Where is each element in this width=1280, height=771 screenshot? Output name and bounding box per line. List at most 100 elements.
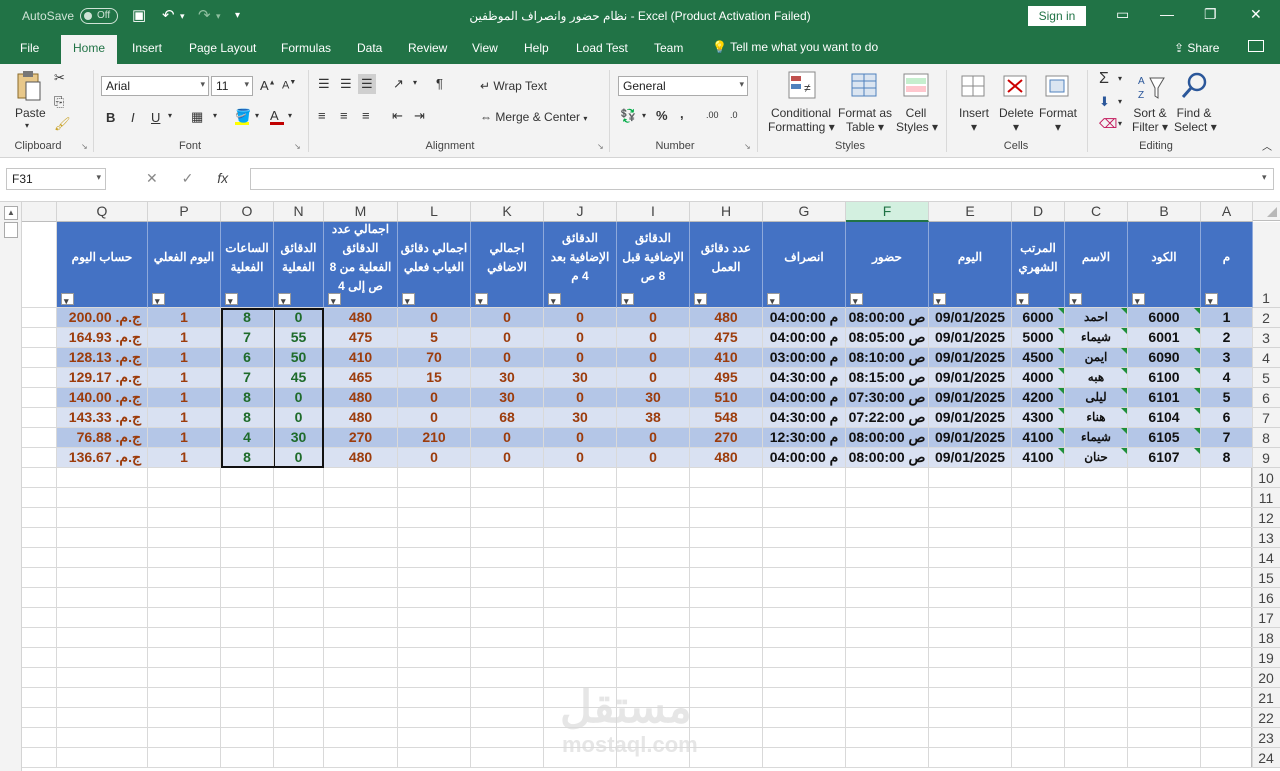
empty-cell[interactable]: [471, 628, 544, 648]
row-header[interactable]: 4: [1251, 348, 1280, 368]
data-cell-q[interactable]: ج.م. 76.88: [57, 428, 148, 448]
data-cell-l[interactable]: 70: [398, 348, 471, 368]
empty-cell[interactable]: [929, 528, 1012, 548]
empty-cell[interactable]: [1012, 528, 1065, 548]
empty-cell[interactable]: [1065, 528, 1128, 548]
minimize-icon[interactable]: —: [1160, 6, 1174, 22]
row-header[interactable]: 24: [1251, 748, 1280, 768]
tab-insert[interactable]: Insert: [132, 41, 162, 55]
empty-cell[interactable]: [929, 508, 1012, 528]
empty-cell[interactable]: [617, 568, 690, 588]
data-cell-i[interactable]: 38: [617, 408, 690, 428]
column-header-i[interactable]: I: [617, 202, 690, 222]
empty-cell[interactable]: [1012, 668, 1065, 688]
fill-color-icon[interactable]: 🪣: [235, 108, 251, 125]
tab-file[interactable]: File: [20, 41, 39, 55]
empty-cell[interactable]: [148, 648, 221, 668]
data-cell-k[interactable]: 30: [471, 388, 544, 408]
empty-cell[interactable]: [1065, 628, 1128, 648]
row-header[interactable]: 17: [1251, 608, 1280, 628]
insert-cells-icon[interactable]: [960, 72, 990, 102]
empty-cell[interactable]: [57, 708, 148, 728]
data-cell-h[interactable]: 480: [690, 308, 763, 328]
empty-cell[interactable]: [544, 628, 617, 648]
empty-cell[interactable]: [763, 668, 846, 688]
data-cell-d[interactable]: 4100: [1012, 448, 1065, 468]
empty-cell[interactable]: [148, 548, 221, 568]
filter-dropdown-icon[interactable]: [767, 292, 780, 307]
filter-dropdown-icon[interactable]: [152, 292, 165, 307]
tab-help[interactable]: Help: [524, 41, 549, 55]
empty-cell[interactable]: [22, 488, 57, 508]
column-header-d[interactable]: D: [1012, 202, 1065, 222]
empty-cell[interactable]: [57, 548, 148, 568]
empty-cell[interactable]: [1012, 568, 1065, 588]
data-cell-i[interactable]: 0: [617, 428, 690, 448]
data-cell-j[interactable]: 30: [544, 368, 617, 388]
empty-cell[interactable]: [57, 588, 148, 608]
increase-decimal-icon[interactable]: .00: [706, 110, 719, 120]
empty-cell[interactable]: [544, 548, 617, 568]
empty-cell[interactable]: [846, 508, 929, 528]
tell-me-search[interactable]: 💡 Tell me what you want to do: [712, 40, 878, 54]
empty-cell[interactable]: [57, 488, 148, 508]
restore-icon[interactable]: ❐: [1204, 6, 1217, 23]
empty-cell[interactable]: [617, 468, 690, 488]
empty-cell[interactable]: [846, 628, 929, 648]
empty-cell[interactable]: [57, 568, 148, 588]
empty-cell[interactable]: [221, 468, 274, 488]
data-cell-b[interactable]: 6107: [1128, 448, 1201, 468]
data-cell-o[interactable]: 8: [221, 308, 274, 328]
empty-cell[interactable]: [846, 728, 929, 748]
font-color-icon[interactable]: A: [270, 108, 284, 125]
empty-cell[interactable]: [1065, 668, 1128, 688]
data-cell-i[interactable]: 0: [617, 348, 690, 368]
text-direction-icon[interactable]: ¶: [436, 76, 443, 91]
tab-formulas[interactable]: Formulas: [281, 41, 331, 55]
table-header-cell[interactable]: اليوم الفعلي: [148, 222, 221, 308]
empty-cell[interactable]: [544, 668, 617, 688]
empty-cell[interactable]: [274, 608, 324, 628]
data-cell-h[interactable]: 495: [690, 368, 763, 388]
table-header-cell[interactable]: الدقائق الإضافية بعد 4 م: [544, 222, 617, 308]
empty-cell[interactable]: [763, 608, 846, 628]
empty-cell[interactable]: [929, 568, 1012, 588]
data-cell-e[interactable]: 09/01/2025: [929, 428, 1012, 448]
empty-cell[interactable]: [22, 348, 57, 368]
data-cell-i[interactable]: 0: [617, 368, 690, 388]
data-cell-h[interactable]: 480: [690, 448, 763, 468]
data-cell-n[interactable]: 0: [274, 448, 324, 468]
empty-cell[interactable]: [1201, 688, 1253, 708]
empty-cell[interactable]: [1012, 468, 1065, 488]
underline-icon[interactable]: U: [151, 110, 160, 125]
data-cell-c[interactable]: شيماء: [1065, 428, 1128, 448]
table-header-cell[interactable]: الساعات الفعلية: [221, 222, 274, 308]
empty-cell[interactable]: [846, 548, 929, 568]
row-header[interactable]: 22: [1251, 708, 1280, 728]
vertical-scrollbar[interactable]: ▲: [0, 202, 22, 771]
insert-cells-button[interactable]: Insert ▾: [958, 106, 990, 134]
row-header[interactable]: 21: [1251, 688, 1280, 708]
empty-cell[interactable]: [324, 468, 398, 488]
filter-dropdown-icon[interactable]: [933, 292, 946, 307]
data-cell-a[interactable]: 2: [1201, 328, 1253, 348]
empty-cell[interactable]: [471, 668, 544, 688]
empty-cell[interactable]: [1201, 508, 1253, 528]
row-header[interactable]: 14: [1251, 548, 1280, 568]
empty-cell[interactable]: [1128, 488, 1201, 508]
empty-cell[interactable]: [690, 588, 763, 608]
delete-cells-icon[interactable]: [1002, 72, 1032, 102]
empty-cell[interactable]: [22, 628, 57, 648]
empty-cell[interactable]: [929, 648, 1012, 668]
undo-icon[interactable]: ↶: [162, 6, 175, 24]
empty-cell[interactable]: [148, 528, 221, 548]
data-cell-c[interactable]: حنان: [1065, 448, 1128, 468]
empty-cell[interactable]: [763, 568, 846, 588]
data-cell-i[interactable]: 0: [617, 308, 690, 328]
fill-icon[interactable]: ⬇: [1099, 94, 1110, 110]
data-cell-k[interactable]: 30: [471, 368, 544, 388]
scroll-up-icon[interactable]: ▲: [4, 206, 18, 220]
data-cell-o[interactable]: 8: [221, 388, 274, 408]
empty-cell[interactable]: [148, 488, 221, 508]
empty-cell[interactable]: [544, 708, 617, 728]
